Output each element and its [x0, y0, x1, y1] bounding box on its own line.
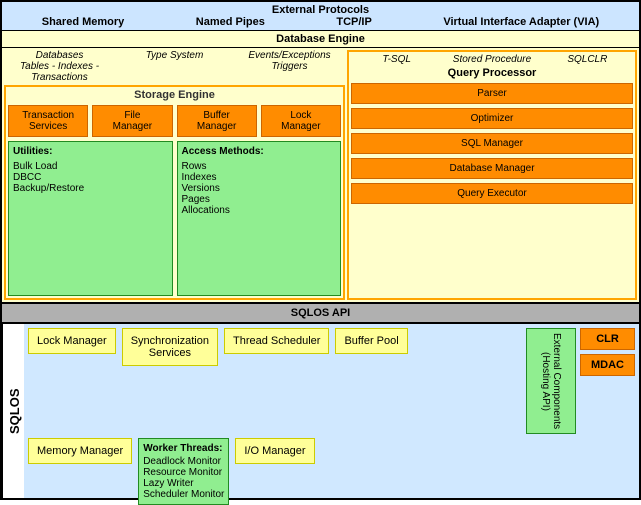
- via-label: Virtual Interface Adapter (VIA): [443, 16, 599, 28]
- sqlos-right-group: External Components(Hosting API) CLR MDA…: [526, 328, 635, 434]
- db-engine-columns: DatabasesTables - Indexes - Transactions…: [2, 48, 639, 302]
- worker-threads-title: Worker Threads:: [143, 443, 224, 454]
- access-pages: Pages: [182, 194, 337, 205]
- external-protocols-section: External Protocols Shared Memory Named P…: [2, 2, 639, 31]
- access-rows: Rows: [182, 161, 337, 172]
- memory-manager-box: Memory Manager: [28, 438, 132, 464]
- access-indexes: Indexes: [182, 172, 337, 183]
- utility-dbcc: DBCC: [13, 172, 168, 183]
- worker-resource: Resource Monitor: [143, 467, 224, 478]
- ext-comp-right: CLR MDAC: [580, 328, 635, 434]
- utilities-title: Utilities:: [13, 146, 168, 157]
- main-container: External Protocols Shared Memory Named P…: [0, 0, 641, 500]
- named-pipes-label: Named Pipes: [196, 16, 265, 28]
- sqlos-top-row: Lock Manager SynchronizationServices Thr…: [28, 328, 635, 434]
- parser-box: Parser: [351, 83, 633, 104]
- io-manager-box: I/O Manager: [235, 438, 314, 464]
- storage-bottom: Utilities: Bulk Load DBCC Backup/Restore…: [8, 141, 341, 296]
- query-executor-box: Query Executor: [351, 183, 633, 204]
- access-methods-title: Access Methods:: [182, 146, 337, 157]
- query-processor-label: Query Processor: [351, 67, 633, 79]
- access-methods-box: Access Methods: Rows Indexes Versions Pa…: [177, 141, 342, 296]
- mdac-box: MDAC: [580, 354, 635, 376]
- worker-lazy: Lazy Writer: [143, 478, 224, 489]
- sync-services-box: SynchronizationServices: [122, 328, 218, 366]
- storage-top-boxes: TransactionServices FileManager BufferMa…: [8, 105, 341, 137]
- utilities-box: Utilities: Bulk Load DBCC Backup/Restore: [8, 141, 173, 296]
- external-protocols-items: Shared Memory Named Pipes TCP/IP Virtual…: [6, 16, 635, 28]
- db-header-typesystem: Type System: [119, 50, 230, 83]
- file-manager-box: FileManager: [92, 105, 172, 137]
- sqlos-section-label: SQLOS: [2, 324, 24, 498]
- shared-memory-label: Shared Memory: [42, 16, 125, 28]
- access-versions: Versions: [182, 183, 337, 194]
- sqlos-content: Lock Manager SynchronizationServices Thr…: [24, 324, 639, 498]
- transaction-services-box: TransactionServices: [8, 105, 88, 137]
- right-header-row: T-SQL Stored Procedure SQLCLR: [351, 54, 633, 65]
- sqlos-section: SQLOS Lock Manager SynchronizationServic…: [2, 323, 639, 498]
- tcp-ip-label: TCP/IP: [336, 16, 371, 28]
- buffer-manager-box: BufferManager: [177, 105, 257, 137]
- external-components-box: External Components(Hosting API): [526, 328, 576, 434]
- right-header-tsql: T-SQL: [351, 54, 442, 65]
- sqlos-api-bar: SQLOS API: [2, 303, 639, 323]
- lock-manager-sqlos-box: Lock Manager: [28, 328, 116, 354]
- access-allocations: Allocations: [182, 205, 337, 216]
- worker-deadlock: Deadlock Monitor: [143, 456, 224, 467]
- external-protocols-label: External Protocols: [6, 4, 635, 16]
- thread-scheduler-box: Thread Scheduler: [224, 328, 329, 354]
- database-engine-label: Database Engine: [2, 31, 639, 48]
- clr-box: CLR: [580, 328, 635, 350]
- db-header-events: Events/ExceptionsTriggers: [234, 50, 345, 83]
- lock-manager-storage-box: LockManager: [261, 105, 341, 137]
- worker-threads-box: Worker Threads: Deadlock Monitor Resourc…: [138, 438, 229, 505]
- buffer-pool-box: Buffer Pool: [335, 328, 407, 354]
- right-engine-area: T-SQL Stored Procedure SQLCLR Query Proc…: [347, 50, 637, 300]
- storage-engine-area: Storage Engine TransactionServices FileM…: [4, 85, 345, 300]
- left-db-column: DatabasesTables - Indexes - Transactions…: [4, 50, 345, 300]
- sql-manager-box: SQL Manager: [351, 133, 633, 154]
- optimizer-box: Optimizer: [351, 108, 633, 129]
- db-header-databases: DatabasesTables - Indexes - Transactions: [4, 50, 115, 83]
- worker-scheduler: Scheduler Monitor: [143, 489, 224, 500]
- left-db-headers: DatabasesTables - Indexes - Transactions…: [4, 50, 345, 83]
- utility-bulk-load: Bulk Load: [13, 161, 168, 172]
- database-manager-box: Database Manager: [351, 158, 633, 179]
- utility-backup: Backup/Restore: [13, 183, 168, 194]
- storage-engine-label: Storage Engine: [8, 89, 341, 101]
- database-engine-section: Database Engine DatabasesTables - Indexe…: [2, 31, 639, 303]
- right-header-sqlclr: SQLCLR: [542, 54, 633, 65]
- right-header-storedproc: Stored Procedure: [446, 54, 537, 65]
- sqlos-bottom-row: Memory Manager Worker Threads: Deadlock …: [28, 438, 635, 505]
